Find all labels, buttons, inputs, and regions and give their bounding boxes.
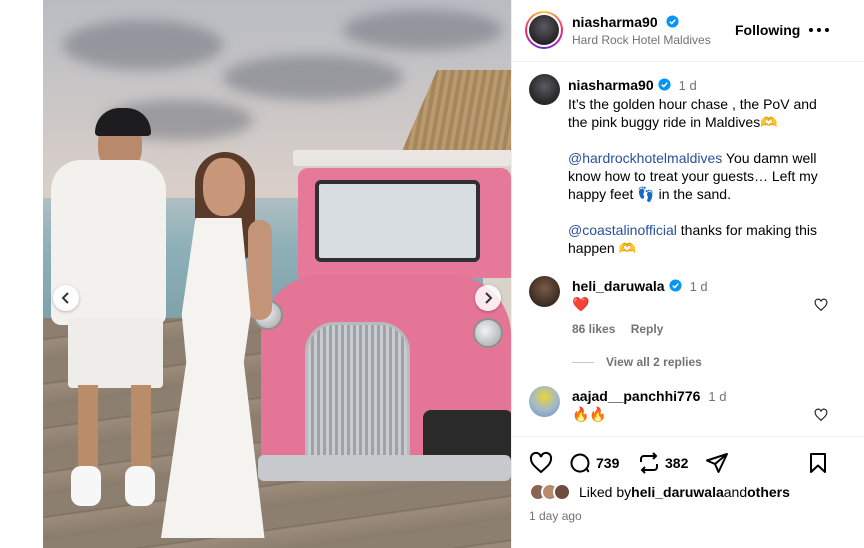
cloud (343, 10, 503, 50)
verified-badge-icon (666, 15, 679, 28)
caption-text: niasharma90 1 d It’s the golden hour chas… (568, 76, 833, 257)
save-button[interactable] (806, 451, 830, 475)
like-button[interactable] (529, 451, 553, 475)
share-button[interactable] (705, 451, 729, 475)
comment-button[interactable]: 739 (568, 451, 619, 475)
hut-roof (398, 70, 511, 160)
comment-text: ❤️ (572, 296, 590, 312)
view-replies-label: View all 2 replies (606, 355, 702, 369)
comment-time: 1 d (689, 279, 708, 294)
caption-time: 1 d (678, 78, 697, 93)
reply-button[interactable]: Reply (631, 322, 664, 336)
comment-header: aajad__panchhi776 1 d (572, 388, 726, 404)
caption-username[interactable]: niasharma90 (568, 77, 654, 93)
man-leg (78, 385, 98, 470)
commenter-username[interactable]: heli_daruwala (572, 278, 665, 294)
caption-avatar[interactable] (529, 74, 560, 105)
liked-by-user[interactable]: heli_daruwala (631, 484, 724, 500)
commenter-avatar[interactable] (529, 386, 560, 417)
author-name-row: niasharma90 (572, 14, 679, 32)
buggy-headlight (473, 318, 503, 348)
post-location[interactable]: Hard Rock Hotel Maldives (572, 33, 711, 47)
buggy-grille (305, 322, 410, 462)
post-actions-bar: 739 382 Liked by heli_daruwala and other… (512, 436, 864, 548)
buggy-roof (293, 150, 511, 166)
buggy-bumper (258, 455, 511, 481)
comment-text: 🔥🔥 (572, 406, 607, 422)
man-shoe (71, 466, 101, 506)
liker-avatars[interactable] (529, 483, 575, 501)
chevron-left-icon (61, 292, 69, 304)
comment-like-heart-icon[interactable] (814, 408, 828, 422)
caption-line-1: It’s the golden hour chase , the PoV and… (568, 96, 817, 130)
liked-by-middle: and (723, 484, 748, 500)
man-shorts (68, 318, 163, 388)
paper-plane-icon (706, 453, 728, 473)
man-shoe (125, 466, 155, 506)
commenter-username[interactable]: aajad__panchhi776 (572, 388, 700, 404)
commenter-avatar[interactable] (529, 276, 560, 307)
liked-by-row: Liked by heli_daruwala and others (529, 483, 790, 501)
post-header: niasharma90 Hard Rock Hotel Maldives Fol… (512, 0, 864, 62)
post-date[interactable]: 1 day ago (529, 509, 582, 523)
comment-meta: 86 likes Reply (572, 322, 663, 336)
comment-count: 739 (596, 455, 620, 471)
page-backdrop (0, 0, 43, 548)
replies-divider-line (572, 361, 594, 363)
verified-badge-icon (669, 279, 682, 292)
buggy-windshield (315, 180, 480, 262)
liker-avatar (553, 483, 571, 501)
following-button[interactable]: Following (735, 22, 800, 38)
woman-head (203, 158, 245, 216)
comment-bubble-icon (570, 453, 590, 473)
mention-link[interactable]: @hardrockhotelmaldives (568, 150, 722, 166)
carousel-prev-button[interactable] (53, 285, 79, 311)
more-options-icon[interactable] (809, 20, 829, 40)
chevron-right-icon (485, 292, 493, 304)
liked-by-others[interactable]: others (747, 484, 790, 500)
mention-link[interactable]: @coastalinofficial (568, 222, 677, 238)
view-replies-link[interactable]: View all 2 replies (572, 355, 702, 369)
repost-count: 382 (665, 455, 689, 471)
comment-header: heli_daruwala 1 d (572, 278, 708, 294)
repost-button[interactable]: 382 (637, 451, 688, 475)
post-photo[interactable] (43, 0, 511, 548)
comment-time: 1 d (708, 389, 727, 404)
author-username[interactable]: niasharma90 (572, 14, 658, 30)
caption-paragraph-2: @hardrockhotelmaldives You damn well kno… (568, 149, 833, 203)
liked-by-prefix: Liked by (579, 484, 632, 500)
caption-paragraph-3: @coastalinofficial thanks for making thi… (568, 221, 833, 257)
man-leg (131, 385, 151, 470)
woman-arm (248, 220, 272, 320)
bookmark-icon (810, 453, 826, 473)
post-side-panel: niasharma90 Hard Rock Hotel Maldives Fol… (511, 0, 864, 548)
carousel-next-button[interactable] (475, 285, 501, 311)
author-avatar[interactable] (525, 11, 563, 49)
cloud (63, 20, 223, 70)
cloud (223, 55, 403, 100)
repost-icon (640, 452, 658, 474)
heart-icon (529, 451, 553, 474)
verified-badge-icon (658, 78, 671, 91)
comment-like-heart-icon[interactable] (814, 298, 828, 312)
comment-likes[interactable]: 86 likes (572, 322, 615, 336)
